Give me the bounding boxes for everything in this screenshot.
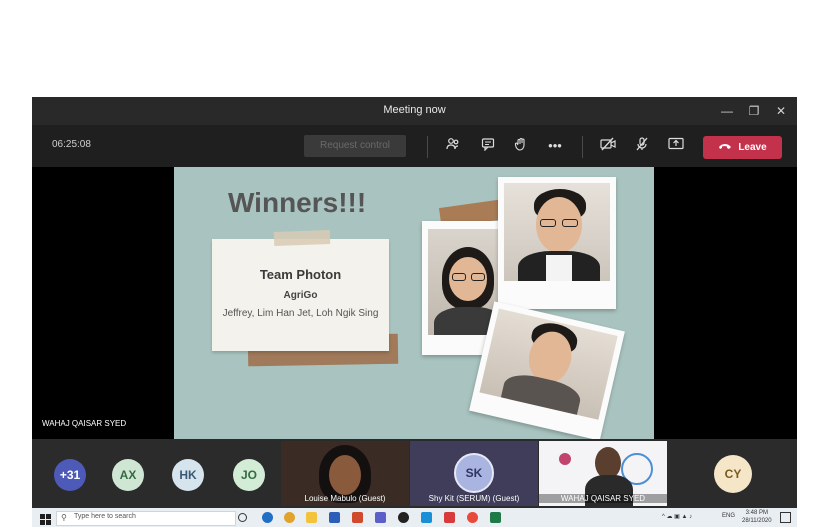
shared-screen-stage: Winners!!! Team Photon AgriGo Jeffrey, L…: [32, 167, 797, 439]
teams-icon[interactable]: [375, 512, 386, 523]
taskbar-search-box[interactable]: ⚲ Type here to search: [56, 511, 236, 526]
participants-icon[interactable]: [443, 137, 463, 155]
winner-card: Team Photon AgriGo Jeffrey, Lim Han Jet,…: [212, 239, 389, 351]
window-title: Meeting now: [383, 104, 446, 116]
maximize-icon[interactable]: ❐: [745, 102, 763, 120]
leave-button[interactable]: Leave: [703, 136, 782, 159]
participant-strip: +31 AX HK JO Louise Mabulo (Guest) SK Sh…: [32, 439, 797, 508]
share-screen-icon[interactable]: [666, 137, 686, 155]
leave-label: Leave: [738, 142, 767, 154]
cortana-icon[interactable]: [238, 513, 247, 522]
team-members: Jeffrey, Lim Han Jet, Loh Ngik Sing: [222, 308, 379, 319]
outlook-icon[interactable]: [329, 512, 340, 523]
participant-avatar[interactable]: JO: [233, 459, 265, 491]
more-options-icon[interactable]: •••: [545, 137, 565, 155]
request-control-button[interactable]: Request control: [304, 135, 406, 157]
toolbar-divider: [582, 136, 583, 158]
chat-icon[interactable]: [478, 137, 498, 155]
tape-decoration: [273, 230, 331, 246]
presenter-name-tag: WAHAJ QAISAR SYED: [42, 419, 127, 428]
clock-date: 28/11/2020: [742, 518, 772, 524]
windows-start-icon[interactable]: [40, 512, 51, 525]
participant-avatar[interactable]: HK: [172, 459, 204, 491]
winner-photo: [498, 177, 616, 309]
clock-time: 3:48 PM: [745, 510, 768, 516]
language-indicator[interactable]: ENG: [722, 513, 735, 519]
winner-photo: [469, 301, 625, 439]
meeting-toolbar: 06:25:08 Request control ••• Leave: [32, 125, 797, 167]
participant-video-tile[interactable]: WAHAJ QAISAR SYED: [539, 441, 667, 506]
powerpoint-icon[interactable]: [352, 512, 363, 523]
presentation-slide: Winners!!! Team Photon AgriGo Jeffrey, L…: [174, 167, 654, 439]
participant-initials: SK: [454, 453, 494, 493]
flower-logo-icon: [559, 453, 571, 465]
app-icon[interactable]: [398, 512, 409, 523]
toolbar-divider: [427, 136, 428, 158]
excel-icon[interactable]: [490, 512, 501, 523]
slide-title: Winners!!!: [228, 187, 367, 218]
participant-name: WAHAJ QAISAR SYED: [539, 494, 667, 503]
search-placeholder: Type here to search: [74, 513, 136, 520]
raise-hand-icon[interactable]: [511, 137, 531, 155]
project-name: AgriGo: [283, 290, 318, 301]
clock[interactable]: 3:48 PM 28/11/2020: [742, 509, 772, 525]
close-icon[interactable]: ✕: [772, 102, 790, 120]
system-tray-icons[interactable]: ^ ☁ ▣ ▲ ♪: [662, 513, 692, 520]
participant-avatar[interactable]: AX: [112, 459, 144, 491]
title-bar: Meeting now — ❐ ✕: [32, 97, 797, 125]
windows-taskbar: ⚲ Type here to search ^ ☁ ▣ ▲ ♪ ENG 3:48…: [32, 508, 797, 527]
minimize-icon[interactable]: —: [718, 102, 736, 120]
camera-off-icon[interactable]: [598, 137, 618, 155]
mic-off-icon[interactable]: [632, 137, 652, 155]
file-explorer-icon[interactable]: [306, 512, 317, 523]
participant-video-tile[interactable]: SK Shy Kit (SERUM) (Guest): [410, 441, 538, 506]
phone-hangup-icon: [718, 136, 732, 159]
team-name: Team Photon: [259, 267, 342, 282]
participant-name: Louise Mabulo (Guest): [304, 494, 386, 503]
teams-meeting-window: Meeting now — ❐ ✕ 06:25:08 Request contr…: [32, 97, 797, 508]
participant-avatar[interactable]: CY: [714, 455, 752, 493]
app-icon[interactable]: [467, 512, 478, 523]
edge-icon[interactable]: [262, 512, 273, 523]
search-icon: ⚲: [61, 513, 67, 522]
chrome-icon[interactable]: [284, 512, 295, 523]
meeting-timer: 06:25:08: [52, 139, 91, 150]
more-participants-badge[interactable]: +31: [54, 459, 86, 491]
skype-icon[interactable]: [421, 512, 432, 523]
acrobat-icon[interactable]: [444, 512, 455, 523]
notification-icon[interactable]: [780, 512, 791, 523]
participant-video-tile[interactable]: Louise Mabulo (Guest): [281, 441, 409, 506]
participant-name: Shy Kit (SERUM) (Guest): [428, 494, 520, 503]
